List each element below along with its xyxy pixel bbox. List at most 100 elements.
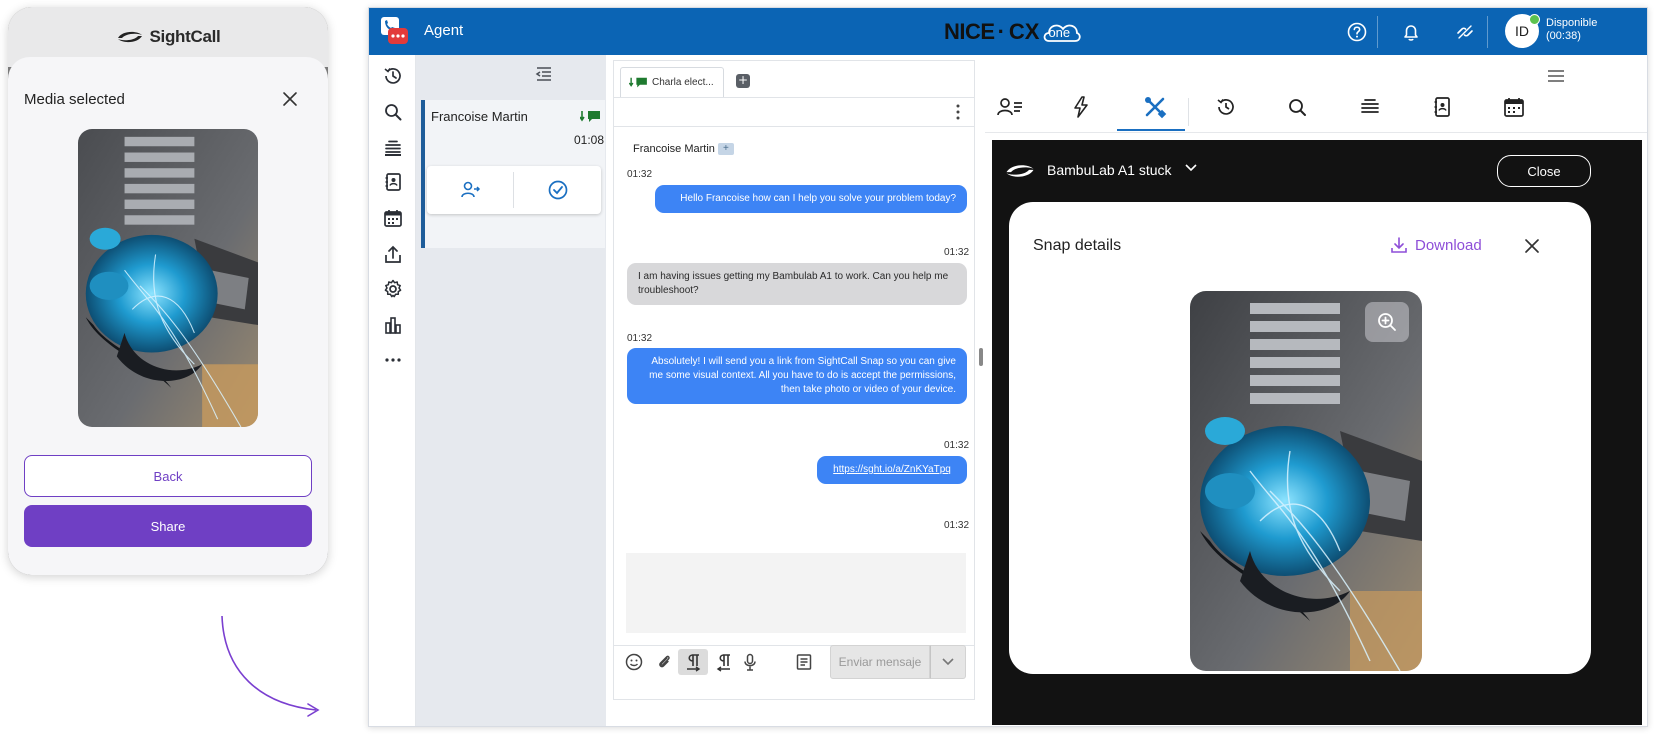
sightcall-logo-icon: [117, 31, 142, 43]
queue-icon[interactable]: [382, 137, 404, 159]
brand-cx: CX: [1008, 19, 1040, 44]
customer-card-icon: [997, 98, 1022, 116]
complete-button[interactable]: [514, 166, 601, 214]
flow-arrow-icon: [220, 612, 330, 722]
queue-icon: [1361, 99, 1379, 113]
paragraph-rtl-icon: [683, 652, 703, 672]
user-transfer-icon: [461, 181, 481, 198]
tools-icon: [1145, 97, 1167, 119]
tabs-underline: [985, 132, 1647, 133]
top-bar: Agent NICE · CX one ID Disponible (00:38…: [369, 8, 1647, 55]
microphone-icon[interactable]: [740, 652, 760, 672]
tab-quick-actions[interactable]: [1067, 95, 1095, 119]
kebab-menu-icon[interactable]: [950, 103, 966, 121]
share-export-icon[interactable]: [382, 244, 404, 266]
quick-replies-icon[interactable]: [794, 652, 814, 672]
snap-details-title: Snap details: [1033, 237, 1122, 254]
send-message-button[interactable]: Enviar mensaje: [830, 645, 930, 679]
participant-name: Francoise Martin: [633, 143, 715, 155]
reports-bar-icon[interactable]: [382, 314, 404, 336]
message-bubble-incoming: I am having issues getting my Bambulab A…: [627, 263, 967, 305]
close-icon[interactable]: [1523, 237, 1541, 255]
topbar-divider: [1377, 16, 1378, 48]
search-icon[interactable]: [382, 101, 404, 123]
message-time: 01:32: [627, 333, 653, 344]
message-time: 01:32: [944, 520, 970, 531]
lightning-icon: [1074, 96, 1088, 118]
compose-textarea[interactable]: [626, 553, 966, 633]
download-label: Download: [1415, 236, 1482, 254]
agent-status[interactable]: Disponible (00:38): [1546, 17, 1597, 43]
tab-chat[interactable]: Charla elect...: [620, 67, 724, 97]
contact-time: 01:08: [574, 133, 605, 147]
agent-app-logo-icon: [379, 15, 409, 47]
chevron-down-icon: [942, 658, 954, 666]
close-icon[interactable]: [280, 89, 300, 109]
chat-channel-icon: [580, 109, 602, 125]
chat-subbar: [614, 97, 974, 127]
sightcall-logo-icon: [1004, 162, 1036, 180]
chevron-down-icon[interactable]: [1184, 161, 1198, 175]
calendar-icon: [1504, 98, 1524, 117]
history-icon[interactable]: [382, 65, 404, 87]
one-cloud-icon: one: [1041, 19, 1082, 45]
add-tab-icon[interactable]: +: [736, 74, 750, 88]
brand-nice: NICE: [944, 19, 995, 44]
snap-link[interactable]: https://sght.io/a/ZnKYaTpq: [817, 456, 967, 484]
agent-app-window: Agent NICE · CX one ID Disponible (00:38…: [368, 7, 1648, 727]
snap-panel: BambuLab A1 stuck Close Snap details Dow…: [992, 140, 1642, 725]
chat-panel: Charla elect... + Francoise Martin + 01:…: [613, 60, 975, 700]
download-button[interactable]: Download: [1389, 235, 1482, 255]
tab-address-book[interactable]: [1428, 95, 1456, 119]
back-button[interactable]: Back: [24, 455, 312, 497]
message-bubble-outgoing: Hello Francoise how can I help you solve…: [655, 185, 967, 213]
emoji-icon[interactable]: [624, 652, 644, 672]
more-icon[interactable]: [382, 349, 404, 371]
tab-search[interactable]: [1284, 95, 1312, 119]
selected-media-photo: [78, 129, 258, 427]
zoom-in-icon: [1378, 313, 1396, 331]
close-button[interactable]: Close: [1497, 155, 1591, 187]
message-time: 01:32: [944, 247, 970, 258]
collapse-list-icon[interactable]: [535, 65, 553, 83]
panel-splitter-handle[interactable]: [979, 348, 983, 366]
download-icon: [1391, 237, 1407, 253]
tab-queue[interactable]: [1356, 95, 1384, 119]
snap-session-title[interactable]: BambuLab A1 stuck: [1047, 162, 1172, 178]
zoom-button[interactable]: [1365, 302, 1409, 342]
settings-gear-icon[interactable]: [382, 278, 404, 300]
media-selected-sheet: Media selected Back Share: [8, 57, 328, 575]
attachment-icon[interactable]: [654, 652, 674, 672]
message-time: 01:32: [627, 169, 653, 180]
help-icon[interactable]: [1346, 21, 1368, 43]
brand-dot: ·: [997, 19, 1005, 44]
send-options-dropdown[interactable]: [930, 645, 966, 679]
contact-name: Francoise Martin: [431, 109, 528, 124]
message-time: 01:32: [944, 440, 970, 451]
snap-photo[interactable]: [1190, 291, 1422, 671]
chat-tab-label: Charla elect...: [652, 77, 714, 88]
search-icon: [1289, 99, 1306, 116]
brand-one: one: [1048, 25, 1071, 40]
chat-tab-icon: [629, 77, 647, 87]
topbar-divider: [1487, 16, 1488, 48]
tab-tools[interactable]: [1141, 95, 1169, 119]
hamburger-menu-icon[interactable]: [1547, 68, 1565, 84]
tab-history[interactable]: [1212, 95, 1240, 119]
phone-mockup: SightCall Media selected Back Share: [8, 7, 328, 575]
bell-icon[interactable]: [1400, 21, 1422, 43]
contact-actions: [427, 166, 601, 214]
tab-customer-card[interactable]: [996, 95, 1024, 119]
paragraph-ltr-icon[interactable]: [714, 652, 734, 672]
address-book-icon[interactable]: [382, 171, 404, 193]
phone-brand: SightCall: [149, 27, 221, 46]
active-tab-indicator: [1117, 129, 1185, 131]
tab-calendar[interactable]: [1500, 95, 1528, 119]
address-book-icon: [1434, 97, 1450, 117]
calendar-icon[interactable]: [382, 207, 404, 229]
disconnected-link-icon[interactable]: [1454, 21, 1476, 43]
sheet-title: Media selected: [24, 91, 125, 108]
transfer-button[interactable]: [427, 166, 513, 214]
status-timer: (00:38): [1546, 30, 1581, 42]
share-button[interactable]: Share: [24, 505, 312, 547]
